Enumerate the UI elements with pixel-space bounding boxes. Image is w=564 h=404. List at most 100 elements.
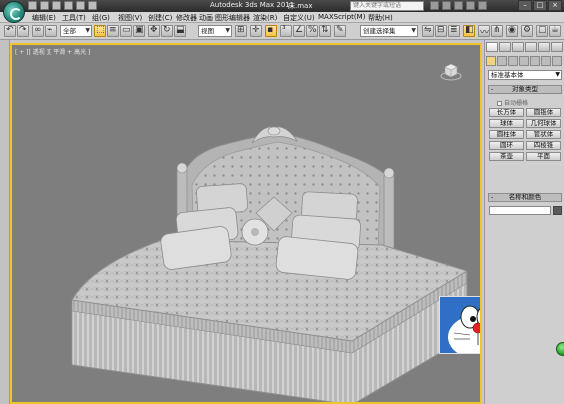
select-and-link-icon[interactable]: ∞: [32, 25, 44, 37]
sphere-button[interactable]: 球体: [489, 119, 524, 128]
select-by-name-icon[interactable]: ≡: [107, 25, 119, 37]
reference-coord-value: 视图: [201, 27, 214, 35]
menu-bar: 编辑(E) 工具(T) 组(G) 视图(V) 创建(C) 修改器 动画 图形编辑…: [0, 12, 564, 23]
render-production-icon[interactable]: ☕: [549, 25, 561, 37]
rotate-icon[interactable]: ↻: [161, 25, 173, 37]
modify-tab-icon[interactable]: [499, 42, 511, 52]
torus-button[interactable]: 圆环: [489, 141, 524, 150]
pivot-center-icon[interactable]: ⊞: [235, 25, 247, 37]
favorites-star-icon[interactable]: [466, 1, 475, 10]
help-icon[interactable]: [478, 1, 487, 10]
rendered-frame-window-icon[interactable]: ▢: [536, 25, 548, 37]
curve-editor-icon[interactable]: 〰: [478, 25, 490, 38]
keyboard-shortcut-override-icon[interactable]: ▪: [265, 25, 277, 37]
named-selection-dropdown[interactable]: 创建选择集 ▼: [360, 25, 418, 37]
minimize-button[interactable]: –: [518, 0, 532, 11]
object-color-swatch[interactable]: [553, 206, 562, 215]
name-color-rollout-header[interactable]: - 名称和颜色: [488, 193, 562, 202]
percent-snap-icon[interactable]: %: [306, 25, 318, 37]
undo-icon[interactable]: ↶: [4, 25, 16, 37]
menu-graph-editors[interactable]: 图形编辑器: [215, 13, 250, 23]
communication-center-icon[interactable]: [454, 1, 463, 10]
unlink-icon[interactable]: ⌁: [45, 25, 57, 37]
application-menu-button[interactable]: [3, 1, 25, 23]
create-tab-icon[interactable]: [486, 42, 498, 52]
material-editor-icon[interactable]: ◉: [506, 25, 518, 37]
menu-customize[interactable]: 自定义(U): [283, 13, 315, 23]
angle-snap-icon[interactable]: ∠: [293, 25, 305, 37]
menu-maxscript[interactable]: MAXScript(M): [318, 13, 365, 21]
selection-filter-value: 全部: [63, 27, 76, 35]
autogrid-checkbox[interactable]: 自动栅格: [497, 98, 528, 107]
menu-animation[interactable]: 动画: [199, 13, 213, 23]
geometry-icon[interactable]: [486, 56, 496, 66]
shapes-icon[interactable]: [497, 56, 507, 66]
close-button[interactable]: ×: [548, 0, 562, 11]
snaps-toggle-icon[interactable]: ³: [280, 25, 292, 37]
object-name-input[interactable]: [489, 206, 551, 215]
teapot-button[interactable]: 茶壶: [489, 152, 524, 161]
menu-help[interactable]: 帮助(H): [368, 13, 393, 23]
help-search-input[interactable]: 键入关键字或短语: [350, 1, 424, 11]
undo-icon[interactable]: [64, 1, 73, 10]
scale-icon[interactable]: ⬓: [174, 25, 186, 37]
command-panel: 标准基本体 ▼ - 对象类型 自动栅格 长方体 圆锥体 球体 几何球体 圆柱体 …: [484, 40, 564, 404]
align-icon[interactable]: ⊟: [435, 25, 447, 37]
motion-tab-icon[interactable]: [525, 42, 537, 52]
cone-button[interactable]: 圆锥体: [526, 108, 561, 117]
utilities-tab-icon[interactable]: [551, 42, 563, 52]
window-crossing-icon[interactable]: ▣: [133, 25, 145, 37]
display-tab-icon[interactable]: [538, 42, 550, 52]
select-object-icon[interactable]: ⬚: [94, 25, 106, 37]
redo-icon[interactable]: [76, 1, 85, 10]
save-file-icon[interactable]: [52, 1, 61, 10]
lights-icon[interactable]: [508, 56, 518, 66]
menu-rendering[interactable]: 渲染(R): [253, 13, 277, 23]
cylinder-button[interactable]: 圆柱体: [489, 130, 524, 139]
layer-manager-icon[interactable]: ≣: [448, 25, 460, 37]
green-circle-icon[interactable]: [556, 342, 564, 356]
pyramid-button[interactable]: 四棱锥: [526, 141, 561, 150]
menu-views[interactable]: 视图(V): [118, 13, 142, 23]
menu-tools[interactable]: 工具(T): [62, 13, 86, 23]
new-file-icon[interactable]: [28, 1, 37, 10]
box-button[interactable]: 长方体: [489, 108, 524, 117]
redo-icon[interactable]: ↷: [17, 25, 29, 37]
project-folder-icon[interactable]: [88, 1, 97, 10]
subscription-icon[interactable]: [442, 1, 451, 10]
edit-named-selection-icon[interactable]: ✎: [334, 25, 346, 37]
menu-create[interactable]: 创建(C): [148, 13, 172, 23]
hierarchy-tab-icon[interactable]: [512, 42, 524, 52]
rectangular-region-icon[interactable]: ▭: [120, 25, 132, 37]
menu-modifiers[interactable]: 修改器: [176, 13, 197, 23]
cameras-icon[interactable]: [519, 56, 529, 66]
mirror-icon[interactable]: ⇋: [422, 25, 434, 37]
graphite-modeling-icon[interactable]: ◧: [463, 25, 475, 37]
chevron-down-icon: ▼: [85, 27, 90, 34]
selection-filter-dropdown[interactable]: 全部 ▼: [60, 25, 92, 37]
schematic-view-icon[interactable]: ⋔: [491, 25, 503, 37]
spinner-snap-icon[interactable]: ⇅: [319, 25, 331, 37]
move-icon[interactable]: ✥: [148, 25, 160, 37]
helpers-icon[interactable]: [530, 56, 540, 66]
reference-coord-dropdown[interactable]: 视图 ▼: [198, 25, 232, 37]
menu-edit[interactable]: 编辑(E): [32, 13, 56, 23]
info-center-tools: [430, 1, 487, 10]
chevron-down-icon: ▼: [411, 27, 416, 34]
menu-group[interactable]: 组(G): [92, 13, 110, 23]
render-setup-icon[interactable]: ⚙: [521, 25, 533, 37]
tube-button[interactable]: 管状体: [526, 130, 561, 139]
object-type-rollout-header[interactable]: - 对象类型: [488, 85, 562, 94]
bed-model[interactable]: [12, 45, 482, 404]
space-warps-icon[interactable]: [541, 56, 551, 66]
systems-icon[interactable]: [552, 56, 562, 66]
open-file-icon[interactable]: [40, 1, 49, 10]
geosphere-button[interactable]: 几何球体: [526, 119, 561, 128]
search-icon[interactable]: [430, 1, 439, 10]
maximize-button[interactable]: □: [533, 0, 547, 11]
select-manipulate-icon[interactable]: ✛: [250, 25, 262, 37]
geometry-category-dropdown[interactable]: 标准基本体 ▼: [488, 70, 562, 80]
perspective-viewport[interactable]: [ + ][ 透视 ][ 平滑 + 高光 ]: [10, 43, 482, 404]
command-panel-tabs: [486, 42, 563, 52]
plane-button[interactable]: 平面: [526, 152, 561, 161]
